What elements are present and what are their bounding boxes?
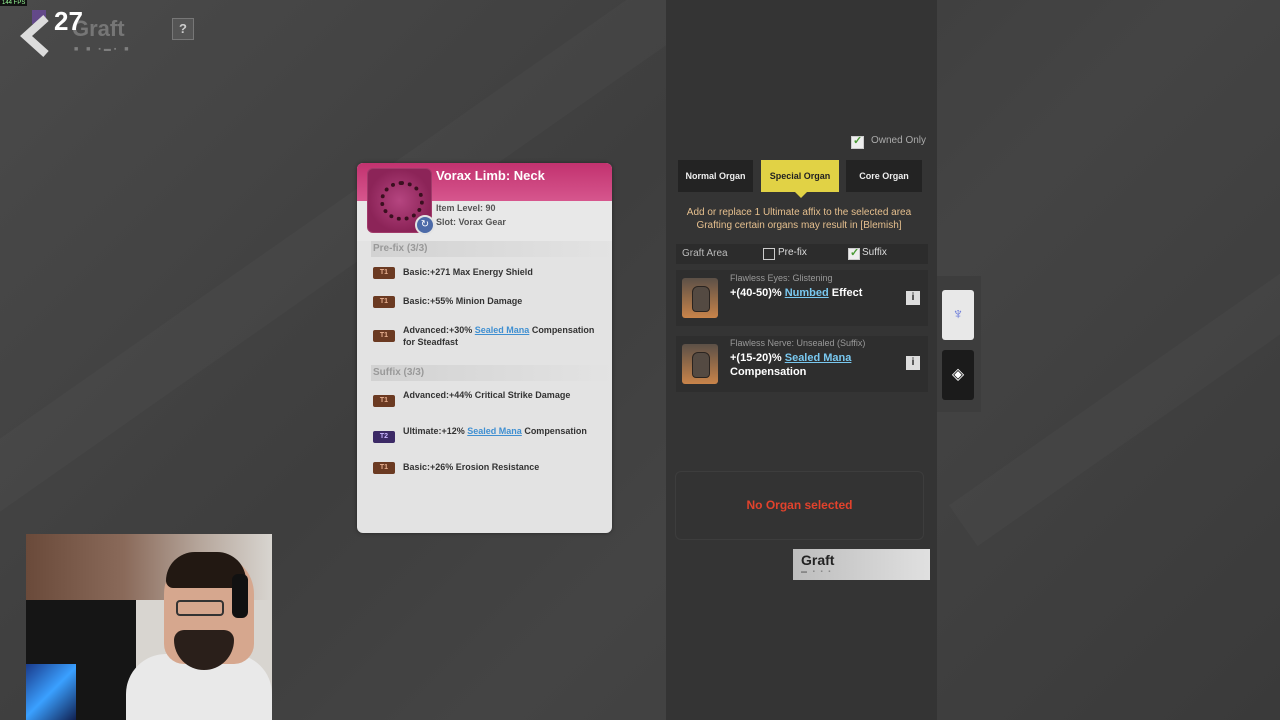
description-line: Grafting certain organs may result in [B… bbox=[696, 220, 902, 231]
graft-button-decoration: ▬ ▪ ▪ ▪ bbox=[801, 569, 833, 575]
webcam-glasses bbox=[176, 600, 224, 616]
suffix-checkbox-label: Suffix bbox=[862, 247, 887, 258]
item-card: Vorax Limb: Neck ↻ Item Level: 90 Slot: … bbox=[357, 163, 612, 533]
owned-only-checkbox[interactable] bbox=[851, 134, 864, 149]
keyword-link[interactable]: Sealed Mana bbox=[467, 426, 522, 436]
tab-special-organ[interactable]: Special Organ bbox=[761, 160, 839, 198]
tab-description: Add or replace 1 Ultimate affix to the s… bbox=[666, 206, 932, 232]
organ-jar-icon bbox=[682, 344, 718, 384]
info-button[interactable]: i bbox=[906, 291, 920, 305]
affix-text: Advanced:+44% Critical Strike Damage bbox=[403, 390, 571, 400]
organ-affix: +(40-50)% Numbed Effect bbox=[730, 286, 900, 300]
affix-suffix: Compensation bbox=[521, 426, 587, 436]
affix-text: Advanced:+30% Sealed Mana Compensation f… bbox=[403, 324, 603, 348]
keyword-link[interactable]: Numbed bbox=[785, 287, 829, 299]
affix-text: Ultimate:+12% Sealed Mana Compensation bbox=[403, 425, 603, 437]
tier-badge: T1 bbox=[373, 462, 395, 474]
affix-prefix: Advanced:+30% bbox=[403, 325, 475, 335]
webcam-headset bbox=[232, 574, 248, 618]
webcam-overlay bbox=[26, 534, 272, 720]
info-button[interactable]: i bbox=[906, 356, 920, 370]
organ-jar-icon bbox=[682, 278, 718, 318]
title-decoration: ■ ■ ▪▬▪ ■ bbox=[74, 46, 132, 53]
bg-stripe bbox=[949, 104, 1280, 546]
item-slot: Slot: Vorax Gear bbox=[436, 217, 506, 227]
affix-text: Basic:+271 Max Energy Shield bbox=[403, 267, 533, 277]
prefix-checkbox[interactable] bbox=[763, 248, 775, 260]
affix-text: Basic:+26% Erosion Resistance bbox=[403, 462, 540, 472]
affix-text: Basic:+55% Minion Damage bbox=[403, 296, 523, 306]
organ-name: Flawless Nerve: Unsealed (Suffix) bbox=[730, 338, 866, 348]
graft-area-label: Graft Area bbox=[682, 248, 728, 259]
tier-badge: T2 bbox=[373, 431, 395, 443]
organ-name: Flawless Eyes: Glistening bbox=[730, 273, 833, 283]
item-name: Vorax Limb: Neck bbox=[436, 168, 545, 183]
tier-badge: T1 bbox=[373, 330, 395, 342]
suffix-checkbox[interactable] bbox=[848, 246, 860, 260]
keyword-link[interactable]: Sealed Mana bbox=[475, 325, 530, 335]
description-line: Add or replace 1 Ultimate affix to the s… bbox=[686, 207, 912, 218]
organ-affix: +(15-20)% Sealed Mana Compensation bbox=[730, 351, 900, 379]
tier-badge: T1 bbox=[373, 296, 395, 308]
graft-button-label: Graft bbox=[801, 552, 835, 568]
wing-emblem-icon[interactable]: ♆ bbox=[942, 290, 974, 340]
tab-normal-organ[interactable]: Normal Organ bbox=[678, 160, 753, 192]
fps-counter: 144 FPS bbox=[0, 0, 28, 6]
diamond-arrow-icon[interactable]: ◈ bbox=[942, 350, 974, 400]
back-arrow-icon[interactable] bbox=[18, 8, 58, 60]
affix-prefix: Ultimate:+12% bbox=[403, 426, 468, 436]
refresh-icon[interactable]: ↻ bbox=[415, 215, 435, 235]
no-organ-message: No Organ selected bbox=[746, 498, 853, 512]
prefix-checkbox-label: Pre-fix bbox=[778, 247, 807, 258]
prefix-header: Pre-fix (3/3) bbox=[371, 241, 612, 257]
organ-affix-value: +(40-50)% bbox=[730, 287, 785, 299]
graft-button[interactable]: Graft ▬ ▪ ▪ ▪ bbox=[793, 549, 930, 580]
organ-list-item[interactable]: Flawless Nerve: Unsealed (Suffix) +(15-2… bbox=[676, 336, 928, 392]
help-button[interactable]: ? bbox=[172, 18, 194, 40]
suffix-header: Suffix (3/3) bbox=[371, 365, 612, 381]
tier-badge: T1 bbox=[373, 395, 395, 407]
keyword-link[interactable]: Sealed Mana bbox=[785, 352, 852, 364]
organ-affix-tail: Compensation bbox=[730, 366, 807, 378]
organ-affix-value: +(15-20)% bbox=[730, 352, 785, 364]
player-level: 27 bbox=[54, 6, 83, 36]
organ-affix-tail: Effect bbox=[828, 287, 863, 299]
tab-core-organ[interactable]: Core Organ bbox=[846, 160, 922, 192]
owned-only-label: Owned Only bbox=[871, 135, 927, 146]
organ-list-item[interactable]: Flawless Eyes: Glistening +(40-50)% Numb… bbox=[676, 270, 928, 326]
item-level: Item Level: 90 bbox=[436, 203, 496, 213]
webcam-pc bbox=[26, 664, 76, 720]
tier-badge: T1 bbox=[373, 267, 395, 279]
